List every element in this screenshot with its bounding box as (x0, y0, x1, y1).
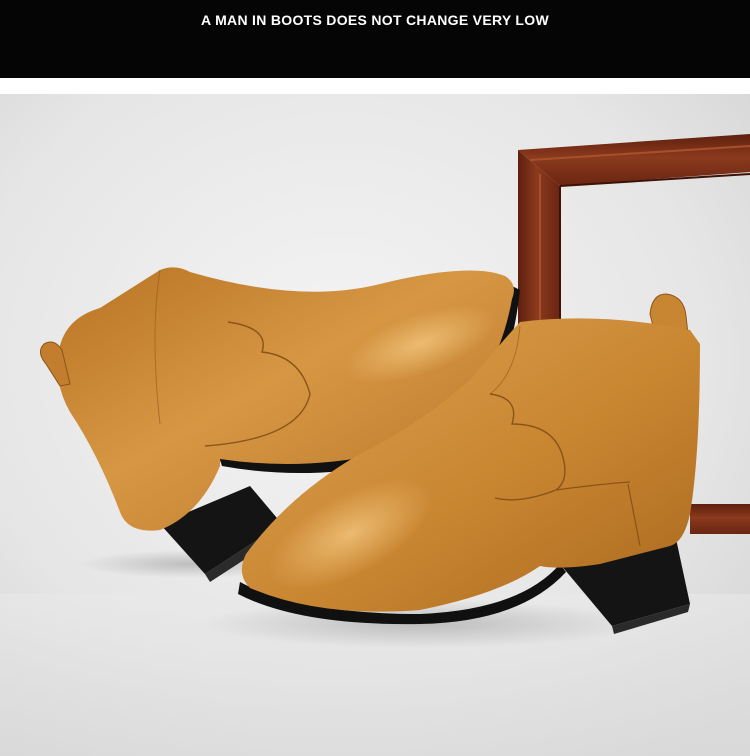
product-photo (0, 94, 750, 756)
header-banner: A MAN IN BOOTS DOES NOT CHANGE VERY LOW (0, 0, 750, 78)
divider-gap (0, 78, 750, 94)
boots-photo-illustration (0, 94, 750, 756)
banner-title: A MAN IN BOOTS DOES NOT CHANGE VERY LOW (201, 12, 549, 28)
product-page: A MAN IN BOOTS DOES NOT CHANGE VERY LOW (0, 0, 750, 756)
